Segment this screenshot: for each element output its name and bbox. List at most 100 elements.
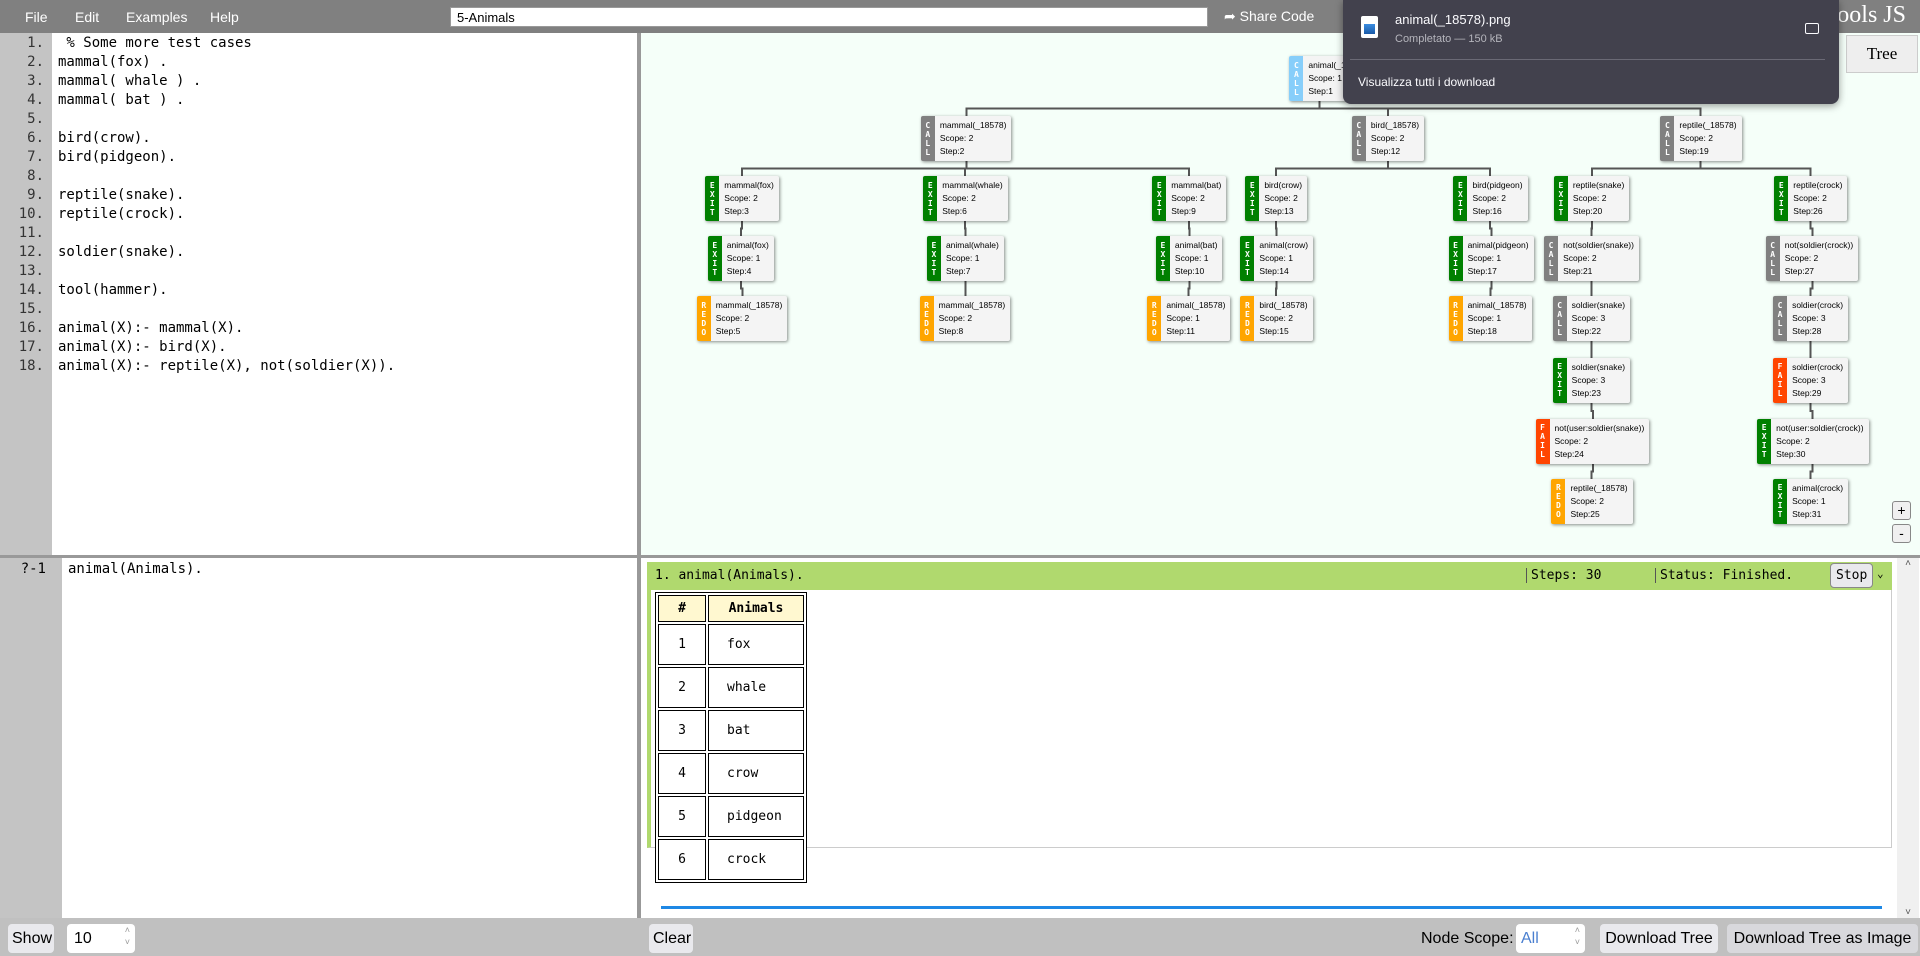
trace-node[interactable]: CALL mammal(_18578) Scope: 2 Step:2	[920, 116, 1012, 162]
menu-help[interactable]: Help	[210, 9, 239, 25]
trace-node[interactable]: CALL reptile(_18578) Scope: 2 Step:19	[1660, 116, 1742, 162]
node-label: reptile(snake)	[1572, 180, 1625, 191]
node-label: mammal(whale)	[942, 180, 1003, 191]
select-arrows-icon: ˄ ˅	[1574, 925, 1580, 947]
line-number: 16.	[18, 320, 44, 336]
trace-node[interactable]: CALL not(soldier(crock)) Scope: 2 Step:27	[1765, 236, 1859, 282]
download-filename[interactable]: animal(_18578).png	[1395, 12, 1511, 27]
trace-node[interactable]: CALL soldier(crock) Scope: 3 Step:28	[1773, 296, 1849, 342]
trace-node[interactable]: EXIT not(user:soldier(crock)) Scope: 2 Step…	[1757, 418, 1869, 464]
tree-connectors	[740, 101, 1814, 479]
show-button[interactable]: Show	[8, 924, 54, 953]
node-label: animal(fox)	[726, 240, 769, 251]
query-text[interactable]: animal(Animals).	[68, 561, 203, 577]
download-tree-image-button[interactable]: Download Tree as Image	[1727, 924, 1918, 953]
port-badge: EXIT	[1245, 176, 1260, 222]
zoom-out-button[interactable]: -	[1892, 524, 1911, 543]
animal-cell: crock	[708, 839, 804, 880]
trace-node[interactable]: FAIL not(user:soldier(snake)) Scope: 2 Step…	[1535, 418, 1650, 464]
code-editor[interactable]: 1. 2. 3. 4. 5. 6. 7. 8. 9. 10. 11. 12. 13. 14. 15. 16. 1…	[0, 33, 637, 555]
port-label: CALL	[1770, 240, 1776, 277]
trace-node[interactable]: REDO mammal(_18578) Scope: 2 Step:5	[696, 296, 788, 342]
zoom-in-button[interactable]: +	[1892, 501, 1911, 520]
download-tree-button[interactable]: Download Tree	[1600, 924, 1718, 953]
port-badge: EXIT	[1448, 236, 1463, 282]
trace-node[interactable]: EXIT animal(fox) Scope: 1 Step:4	[707, 236, 774, 282]
menu-edit[interactable]: Edit	[75, 9, 99, 25]
node-step: Step:6	[942, 206, 967, 217]
clear-button[interactable]: Clear	[649, 924, 693, 953]
result-header: 1. animal(Animals). Steps: 30 Status: Fi…	[647, 562, 1892, 590]
port-badge: REDO	[696, 296, 711, 342]
node-step: Step:24	[1554, 448, 1584, 459]
collapse-chevron-icon[interactable]: ⌄	[1877, 567, 1884, 580]
trace-node[interactable]: CALL animal(_1 Scope: 1 Step:1	[1289, 56, 1351, 102]
view-all-downloads-link[interactable]: Visualizza tutti i download	[1358, 75, 1495, 89]
trace-node[interactable]: EXIT mammal(fox) Scope: 2 Step:3	[705, 176, 779, 222]
scrollbar[interactable]: ˄ ˅	[1897, 558, 1919, 918]
code-line: bird(pidgeon).	[58, 149, 177, 165]
port-label: EXIT	[931, 240, 937, 277]
trace-node[interactable]: EXIT mammal(bat) Scope: 2 Step:9	[1152, 176, 1227, 222]
trace-node[interactable]: EXIT soldier(snake) Scope: 3 Step:23	[1552, 357, 1631, 403]
menu-file[interactable]: File	[25, 9, 48, 25]
progress-line	[661, 906, 1882, 909]
node-label: bird(_18578)	[1370, 120, 1420, 131]
table-row: 4 crow	[658, 753, 804, 794]
trace-node[interactable]: REDO animal(_18578) Scope: 1 Step:18	[1448, 296, 1532, 342]
trace-node[interactable]: EXIT animal(bat) Scope: 1 Step:10	[1155, 236, 1223, 282]
trace-node[interactable]: EXIT animal(pidgeon) Scope: 1 Step:17	[1448, 236, 1534, 282]
trace-node[interactable]: EXIT bird(crow) Scope: 2 Step:13	[1245, 176, 1308, 222]
table-row: 6 crock	[658, 839, 804, 880]
trace-node[interactable]: EXIT mammal(whale) Scope: 2 Step:6	[923, 176, 1008, 222]
node-label: animal(whale)	[945, 240, 999, 251]
node-scope: Scope: 3	[1571, 374, 1606, 385]
tree-edge	[1809, 221, 1814, 236]
node-step: Step:29	[1792, 387, 1822, 398]
share-code-button[interactable]: ➦ Share Code	[1224, 8, 1314, 25]
trace-node[interactable]: EXIT reptile(snake) Scope: 2 Step:20	[1553, 176, 1630, 222]
port-badge: CALL	[1773, 296, 1788, 342]
trace-node[interactable]: EXIT animal(crock) Scope: 1 Step:31	[1773, 478, 1849, 524]
trace-node[interactable]: EXIT animal(whale) Scope: 1 Step:7	[926, 236, 1004, 282]
code-line: % Some more test cases	[58, 35, 252, 51]
node-scope: Scope: 1	[1259, 253, 1293, 264]
trace-node[interactable]: CALL bird(_18578) Scope: 2 Step:12	[1351, 116, 1425, 162]
program-title-input[interactable]	[450, 7, 1208, 27]
table-row: 1 fox	[658, 624, 804, 665]
trace-node[interactable]: REDO bird(_18578) Scope: 2 Step:15	[1240, 296, 1313, 342]
node-label: soldier(snake)	[1571, 361, 1626, 372]
trace-node[interactable]: REDO animal(_18578) Scope: 1 Step:11	[1147, 296, 1231, 342]
node-step: Step:19	[1679, 146, 1709, 157]
port-badge: CALL	[1765, 236, 1780, 282]
node-scope: Scope: 3	[1571, 313, 1606, 324]
trace-node[interactable]: EXIT animal(crow) Scope: 1 Step:14	[1240, 236, 1314, 282]
trace-node[interactable]: REDO mammal(_18578) Scope: 2 Step:8	[919, 296, 1011, 342]
stop-button[interactable]: Stop	[1830, 563, 1874, 588]
trace-node[interactable]: FAIL soldier(crock) Scope: 3 Step:29	[1773, 357, 1849, 403]
trace-node[interactable]: CALL not(soldier(snake)) Scope: 2 Step:21	[1544, 236, 1639, 282]
trace-node[interactable]: EXIT reptile(crock) Scope: 2 Step:26	[1774, 176, 1848, 222]
show-count-stepper[interactable]: 10 ˄ ˅	[67, 924, 135, 953]
node-scope: Scope: 2	[1264, 193, 1298, 204]
share-label: Share Code	[1239, 8, 1315, 24]
trace-node[interactable]: EXIT bird(pidgeon) Scope: 2 Step:16	[1453, 176, 1528, 222]
stepper-arrows-icon[interactable]: ˄ ˅	[125, 924, 130, 948]
trace-tree-pane[interactable]: CALL animal(_1 Scope: 1 Step:1 CALL mammal(_1…	[641, 33, 1920, 555]
node-step: Step:21	[1563, 266, 1593, 277]
port-label: EXIT	[1777, 483, 1783, 520]
trace-node[interactable]: CALL soldier(snake) Scope: 3 Step:22	[1552, 296, 1631, 342]
menu-examples[interactable]: Examples	[126, 9, 187, 25]
node-scope: Scope: 3	[1792, 374, 1826, 385]
bottom-toolbar: Show 10 ˄ ˅ Clear Node Scope: All ˄ ˅ Downlo…	[0, 918, 1920, 956]
port-label: REDO	[1151, 300, 1157, 337]
port-badge: CALL	[920, 116, 935, 162]
node-scope-select[interactable]: All ˄ ˅	[1516, 924, 1585, 953]
tree-edge	[741, 161, 968, 176]
query-editor[interactable]: ?-1 animal(Animals).	[0, 558, 637, 918]
trace-node[interactable]: REDO reptile(_18578) Scope: 2 Step:25	[1551, 478, 1633, 524]
node-step: Step:16	[1472, 206, 1502, 217]
tab-tree[interactable]: Tree	[1846, 35, 1918, 73]
folder-icon[interactable]	[1805, 23, 1819, 34]
node-step: Step:15	[1259, 326, 1289, 337]
